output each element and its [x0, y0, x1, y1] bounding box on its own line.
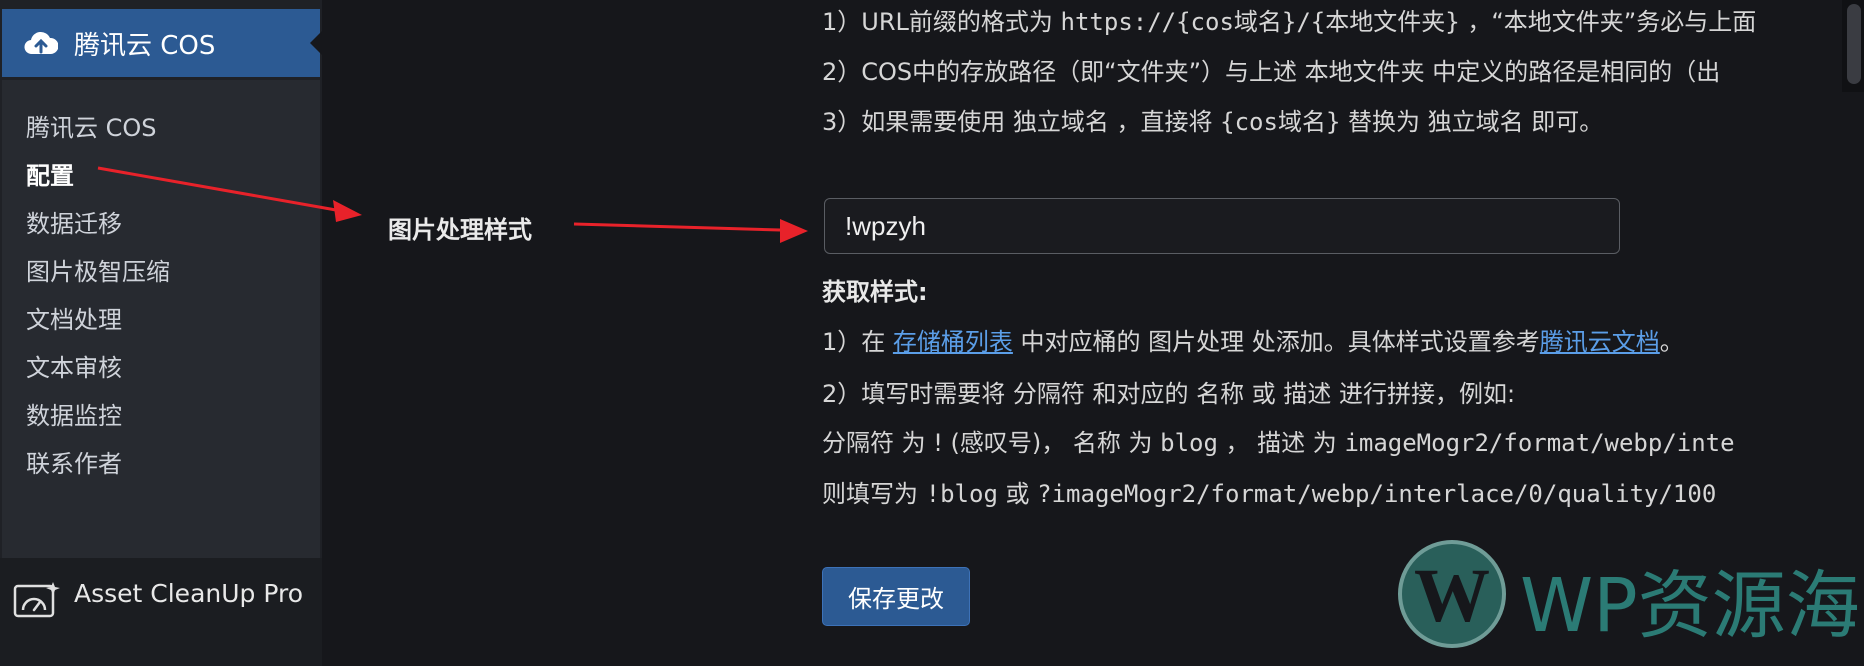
save-button[interactable]: 保存更改	[822, 567, 970, 626]
menu-item-label: 腾讯云 COS	[74, 30, 216, 61]
url-note-1: 1）URL前缀的格式为 https://{cos域名}/{本地文件夹} ，“本地…	[822, 8, 1757, 36]
current-menu-caret	[310, 31, 322, 55]
submenu-item-tencent-cos[interactable]: 腾讯云 COS	[26, 108, 157, 143]
submenu-item-doc-processing[interactable]: 文档处理	[26, 300, 122, 335]
url-note-2: 2）COS中的存放路径（即“文件夹”）与上述 本地文件夹 中定义的路径是相同的（…	[822, 58, 1721, 86]
url-note-3: 3）如果需要使用 独立域名 ，直接将 {cos域名} 替换为 独立域名 即可。	[822, 108, 1604, 136]
scrollbar[interactable]	[1842, 0, 1864, 92]
watermark-text: WP资源海	[1520, 563, 1860, 649]
submenu-item-data-migration[interactable]: 数据迁移	[26, 204, 122, 239]
submenu-item-data-monitor[interactable]: 数据监控	[26, 396, 122, 431]
annotation-label: 图片处理样式	[388, 216, 532, 244]
get-style-step-1: 1）在 存储桶列表 中对应桶的 图片处理 处添加。具体样式设置参考腾讯云文档。	[822, 328, 1684, 356]
wordpress-logo-icon: W	[1398, 540, 1506, 648]
menu-item-asset-cleanup[interactable]: Asset CleanUp Pro	[0, 558, 322, 666]
cloud-upload-icon	[24, 31, 58, 55]
bucket-list-link[interactable]: 存储桶列表	[893, 328, 1013, 356]
speedometer-icon	[13, 582, 60, 618]
watermark: W WP资源海	[1398, 540, 1860, 650]
get-style-heading: 获取样式:	[822, 278, 928, 306]
submenu: 腾讯云 COS 配置 数据迁移 图片极智压缩 文档处理 文本审核 数据监控 联系…	[2, 80, 320, 558]
admin-sidebar: 腾讯云 COS 腾讯云 COS 配置 数据迁移 图片极智压缩 文档处理 文本审核…	[0, 0, 322, 666]
get-style-result: 则填写为 !blog 或 ?imageMogr2/format/webp/int…	[822, 480, 1717, 508]
asset-cleanup-label: Asset CleanUp Pro	[74, 579, 304, 608]
submenu-item-image-compress[interactable]: 图片极智压缩	[26, 252, 170, 287]
submenu-item-settings[interactable]: 配置	[26, 156, 74, 191]
scrollbar-thumb[interactable]	[1847, 4, 1861, 84]
image-style-input[interactable]	[824, 198, 1620, 254]
submenu-item-contact-author[interactable]: 联系作者	[26, 444, 122, 479]
menu-item-tencent-cos[interactable]: 腾讯云 COS	[2, 9, 322, 77]
get-style-example: 分隔符 为 ! (感叹号)， 名称 为 blog ， 描述 为 imageMog…	[822, 429, 1735, 457]
arrow-to-input	[573, 219, 808, 243]
submenu-item-text-review[interactable]: 文本审核	[26, 348, 122, 383]
get-style-step-2: 2）填写时需要将 分隔符 和对应的 名称 或 描述 进行拼接，例如:	[822, 380, 1516, 408]
tencent-docs-link[interactable]: 腾讯云文档	[1540, 328, 1660, 356]
